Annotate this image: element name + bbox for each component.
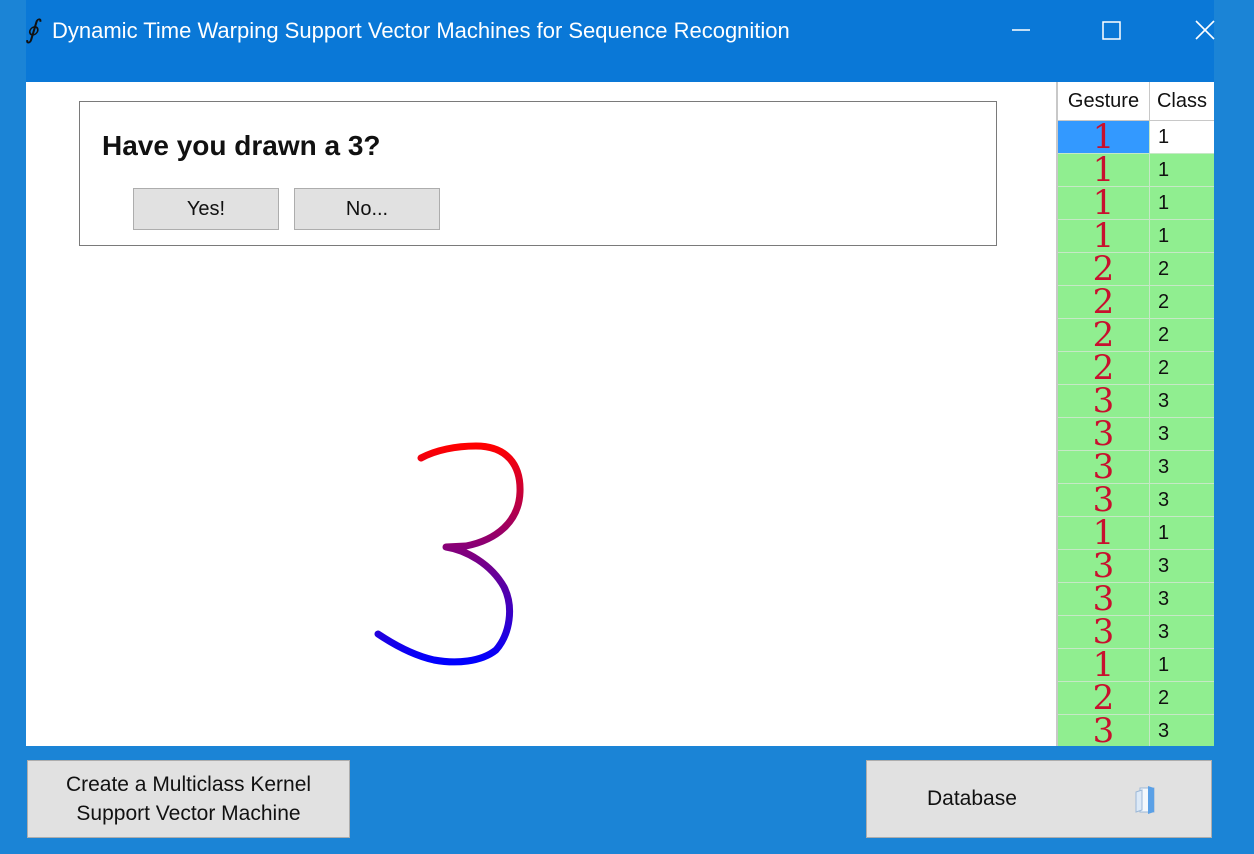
database-document-icon bbox=[1132, 784, 1160, 822]
table-row[interactable]: 33 bbox=[1058, 715, 1214, 746]
gesture-glyph: 3 bbox=[1092, 583, 1115, 615]
table-row[interactable]: 22 bbox=[1058, 682, 1214, 715]
gesture-glyph: 3 bbox=[1092, 616, 1115, 648]
gesture-glyph: 3 bbox=[1092, 418, 1115, 450]
gesture-glyph: 2 bbox=[1092, 682, 1115, 714]
drawn-gesture-stroke bbox=[374, 442, 524, 666]
table-row[interactable]: 11 bbox=[1058, 220, 1214, 253]
gesture-glyph: 3 bbox=[1092, 484, 1115, 516]
gesture-glyph: 3 bbox=[1092, 715, 1115, 746]
gesture-glyph: 1 bbox=[1092, 187, 1115, 219]
table-row[interactable]: 22 bbox=[1058, 286, 1214, 319]
table-row[interactable]: 11 bbox=[1058, 121, 1214, 154]
gesture-thumbnail-cell[interactable]: 2 bbox=[1058, 352, 1150, 384]
class-cell[interactable]: 1 bbox=[1150, 649, 1214, 681]
table-row[interactable]: 11 bbox=[1058, 649, 1214, 682]
create-svm-button[interactable]: Create a Multiclass Kernel Support Vecto… bbox=[27, 760, 350, 838]
gesture-thumbnail-cell[interactable]: 3 bbox=[1058, 484, 1150, 516]
table-row[interactable]: 33 bbox=[1058, 385, 1214, 418]
minimize-icon bbox=[1012, 29, 1030, 31]
class-cell[interactable]: 3 bbox=[1150, 550, 1214, 582]
table-row[interactable]: 33 bbox=[1058, 583, 1214, 616]
gesture-thumbnail-cell[interactable]: 1 bbox=[1058, 187, 1150, 219]
column-header-class[interactable]: Class bbox=[1150, 82, 1214, 120]
class-cell[interactable]: 1 bbox=[1150, 154, 1214, 186]
drawing-canvas[interactable]: Have you drawn a 3? Yes! No... bbox=[26, 82, 1056, 746]
gesture-thumbnail-cell[interactable]: 1 bbox=[1058, 154, 1150, 186]
grid-header: Gesture Class bbox=[1058, 82, 1214, 121]
class-cell[interactable]: 1 bbox=[1150, 220, 1214, 252]
table-row[interactable]: 33 bbox=[1058, 616, 1214, 649]
gesture-database-grid[interactable]: Gesture Class 11111111222222223333333311… bbox=[1056, 82, 1214, 746]
class-cell[interactable]: 2 bbox=[1150, 319, 1214, 351]
gesture-thumbnail-cell[interactable]: 2 bbox=[1058, 682, 1150, 714]
gesture-thumbnail-cell[interactable]: 1 bbox=[1058, 649, 1150, 681]
class-cell[interactable]: 3 bbox=[1150, 385, 1214, 417]
integral-icon: ∮ bbox=[25, 15, 39, 45]
class-cell[interactable]: 2 bbox=[1150, 682, 1214, 714]
class-cell[interactable]: 2 bbox=[1150, 352, 1214, 384]
class-cell[interactable]: 3 bbox=[1150, 583, 1214, 615]
table-row[interactable]: 22 bbox=[1058, 253, 1214, 286]
class-cell[interactable]: 1 bbox=[1150, 121, 1214, 153]
window-title: Dynamic Time Warping Support Vector Mach… bbox=[52, 18, 790, 43]
class-cell[interactable]: 3 bbox=[1150, 451, 1214, 483]
gesture-glyph: 3 bbox=[1092, 550, 1115, 582]
class-cell[interactable]: 3 bbox=[1150, 616, 1214, 648]
class-cell[interactable]: 1 bbox=[1150, 517, 1214, 549]
gesture-thumbnail-cell[interactable]: 3 bbox=[1058, 715, 1150, 746]
gesture-glyph: 3 bbox=[1092, 451, 1115, 483]
gesture-glyph: 2 bbox=[1092, 352, 1115, 384]
class-cell[interactable]: 3 bbox=[1150, 715, 1214, 746]
table-row[interactable]: 33 bbox=[1058, 418, 1214, 451]
table-row[interactable]: 33 bbox=[1058, 550, 1214, 583]
class-cell[interactable]: 1 bbox=[1150, 187, 1214, 219]
table-row[interactable]: 11 bbox=[1058, 187, 1214, 220]
class-cell[interactable]: 3 bbox=[1150, 418, 1214, 450]
grid-body: 11111111222222223333333311333333112233 bbox=[1058, 121, 1214, 746]
gesture-glyph: 1 bbox=[1092, 121, 1115, 153]
gesture-thumbnail-cell[interactable]: 3 bbox=[1058, 418, 1150, 450]
class-cell[interactable]: 2 bbox=[1150, 253, 1214, 285]
close-icon bbox=[1195, 20, 1215, 40]
gesture-glyph: 2 bbox=[1092, 253, 1115, 285]
create-svm-label-line1: Create a Multiclass Kernel bbox=[65, 773, 312, 796]
gesture-glyph: 1 bbox=[1092, 517, 1115, 549]
gesture-thumbnail-cell[interactable]: 3 bbox=[1058, 583, 1150, 615]
table-row[interactable]: 22 bbox=[1058, 319, 1214, 352]
gesture-thumbnail-cell[interactable]: 1 bbox=[1058, 517, 1150, 549]
gesture-thumbnail-cell[interactable]: 3 bbox=[1058, 385, 1150, 417]
database-button[interactable]: Database bbox=[866, 760, 1212, 838]
table-row[interactable]: 22 bbox=[1058, 352, 1214, 385]
gesture-glyph: 1 bbox=[1092, 220, 1115, 252]
class-cell[interactable]: 2 bbox=[1150, 286, 1214, 318]
gesture-thumbnail-cell[interactable]: 2 bbox=[1058, 319, 1150, 351]
gesture-glyph: 2 bbox=[1092, 319, 1115, 351]
class-cell[interactable]: 3 bbox=[1150, 484, 1214, 516]
gesture-glyph: 3 bbox=[1092, 385, 1115, 417]
create-svm-label-line2: Support Vector Machine bbox=[76, 802, 301, 825]
column-header-gesture[interactable]: Gesture bbox=[1058, 82, 1150, 120]
gesture-thumbnail-cell[interactable]: 3 bbox=[1058, 451, 1150, 483]
gesture-thumbnail-cell[interactable]: 3 bbox=[1058, 616, 1150, 648]
table-row[interactable]: 33 bbox=[1058, 484, 1214, 517]
table-row[interactable]: 11 bbox=[1058, 517, 1214, 550]
gesture-glyph: 1 bbox=[1092, 154, 1115, 186]
gesture-glyph: 1 bbox=[1092, 649, 1115, 681]
close-button[interactable] bbox=[1182, 8, 1228, 54]
maximize-button[interactable] bbox=[1088, 8, 1134, 54]
table-row[interactable]: 11 bbox=[1058, 154, 1214, 187]
gesture-thumbnail-cell[interactable]: 1 bbox=[1058, 121, 1150, 153]
database-label: Database bbox=[927, 787, 1017, 810]
gesture-thumbnail-cell[interactable]: 3 bbox=[1058, 550, 1150, 582]
gesture-glyph: 2 bbox=[1092, 286, 1115, 318]
gesture-thumbnail-cell[interactable]: 2 bbox=[1058, 253, 1150, 285]
gesture-thumbnail-cell[interactable]: 2 bbox=[1058, 286, 1150, 318]
table-row[interactable]: 33 bbox=[1058, 451, 1214, 484]
gesture-thumbnail-cell[interactable]: 1 bbox=[1058, 220, 1150, 252]
maximize-icon bbox=[1102, 21, 1121, 40]
title-bar: ∮ Dynamic Time Warping Support Vector Ma… bbox=[25, 0, 1215, 82]
minimize-button[interactable] bbox=[998, 8, 1044, 54]
